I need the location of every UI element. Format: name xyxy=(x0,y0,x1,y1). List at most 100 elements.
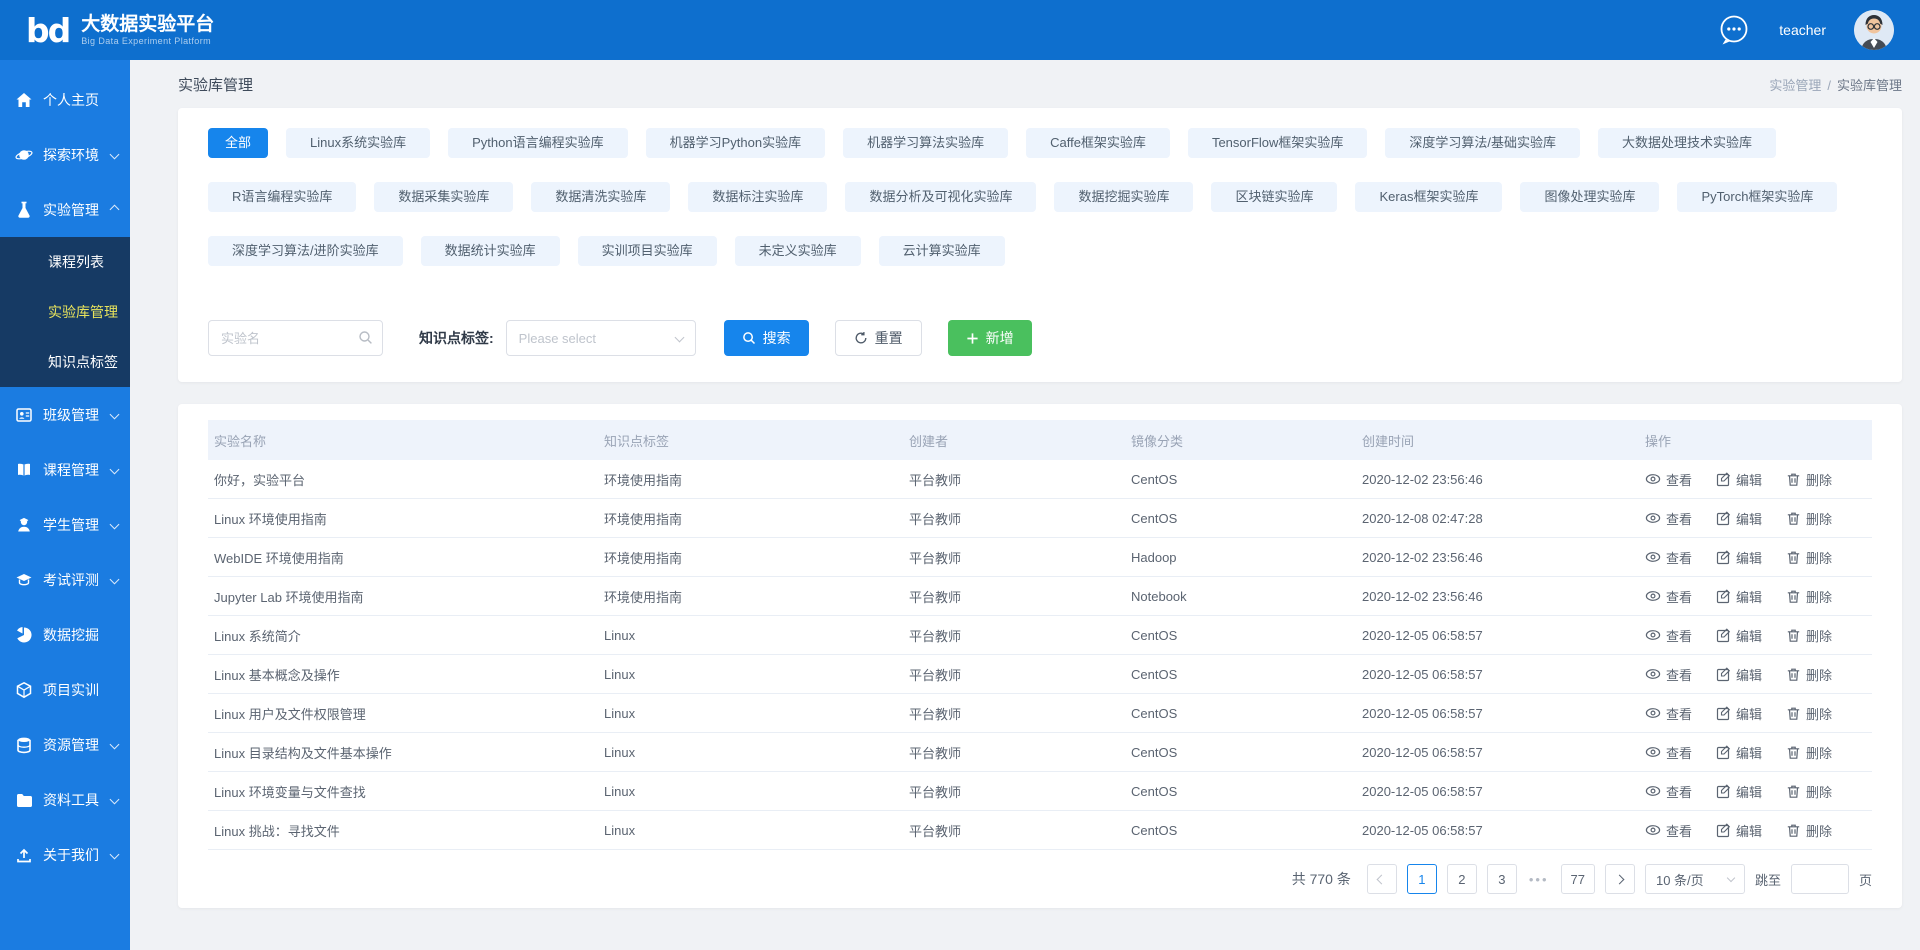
delete-button[interactable]: 删除 xyxy=(1786,743,1832,762)
filter-tag[interactable]: 数据挖掘实验库 xyxy=(1054,182,1193,212)
table-header: 实验名称 知识点标签 创建者 镜像分类 创建时间 操作 xyxy=(208,420,1872,460)
view-button[interactable]: 查看 xyxy=(1645,548,1692,567)
add-button[interactable]: 新增 xyxy=(948,320,1032,356)
sidebar-item-about[interactable]: 关于我们 xyxy=(0,827,130,882)
filter-tag[interactable]: 全部 xyxy=(208,128,268,158)
sidebar-item-resource[interactable]: 资源管理 xyxy=(0,717,130,772)
message-icon[interactable] xyxy=(1717,13,1751,47)
filter-tag[interactable]: PyTorch框架实验库 xyxy=(1677,182,1837,212)
sidebar-item-explore[interactable]: 探索环境 xyxy=(0,127,130,182)
delete-button[interactable]: 删除 xyxy=(1786,509,1832,528)
edit-button[interactable]: 编辑 xyxy=(1716,821,1762,840)
filter-tag[interactable]: 未定义实验库 xyxy=(735,236,861,266)
filter-tag[interactable]: Keras框架实验库 xyxy=(1355,182,1502,212)
sidebar-item-class[interactable]: 班级管理 xyxy=(0,387,130,442)
filter-tag[interactable]: 机器学习Python实验库 xyxy=(646,128,825,158)
filter-tag[interactable]: 数据分析及可视化实验库 xyxy=(845,182,1036,212)
page-button-1[interactable]: 1 xyxy=(1407,864,1437,894)
row-actions: 查看 编辑 删除 xyxy=(1639,743,1872,762)
knowledge-tag-select[interactable]: Please select xyxy=(506,320,696,356)
filter-tag[interactable]: 图像处理实验库 xyxy=(1520,182,1659,212)
filter-tag[interactable]: 数据标注实验库 xyxy=(688,182,827,212)
sidebar-item-student[interactable]: 学生管理 xyxy=(0,497,130,552)
next-page-button[interactable] xyxy=(1605,864,1635,894)
filter-tag[interactable]: Linux系统实验库 xyxy=(286,128,430,158)
view-button[interactable]: 查看 xyxy=(1645,587,1692,606)
row-actions: 查看 编辑 删除 xyxy=(1639,470,1872,489)
filter-tag[interactable]: R语言编程实验库 xyxy=(208,182,356,212)
filter-tag[interactable]: 数据统计实验库 xyxy=(421,236,560,266)
edit-button[interactable]: 编辑 xyxy=(1716,743,1762,762)
view-button[interactable]: 查看 xyxy=(1645,704,1692,723)
edit-button[interactable]: 编辑 xyxy=(1716,665,1762,684)
edit-button[interactable]: 编辑 xyxy=(1716,626,1762,645)
avatar[interactable] xyxy=(1854,10,1894,50)
experiment-name-input[interactable] xyxy=(208,320,383,356)
edit-button[interactable]: 编辑 xyxy=(1716,704,1762,723)
experiment-submenu: 课程列表 实验库管理 知识点标签 xyxy=(0,237,130,387)
page-ellipsis[interactable]: ••• xyxy=(1527,872,1551,887)
filter-tag[interactable]: Caffe框架实验库 xyxy=(1026,128,1170,158)
delete-button[interactable]: 删除 xyxy=(1786,626,1832,645)
filter-tag[interactable]: Python语言编程实验库 xyxy=(448,128,627,158)
breadcrumb-parent[interactable]: 实验管理 xyxy=(1769,78,1821,93)
page-button-3[interactable]: 3 xyxy=(1487,864,1517,894)
filter-tag[interactable]: 深度学习算法/基础实验库 xyxy=(1385,128,1580,158)
filter-tag[interactable]: 机器学习算法实验库 xyxy=(843,128,1008,158)
edit-button[interactable]: 编辑 xyxy=(1716,587,1762,606)
edit-button[interactable]: 编辑 xyxy=(1716,548,1762,567)
delete-button[interactable]: 删除 xyxy=(1786,470,1832,489)
delete-button[interactable]: 删除 xyxy=(1786,665,1832,684)
search-button[interactable]: 搜索 xyxy=(724,320,809,356)
experiment-name: Linux 环境使用指南 xyxy=(208,509,598,528)
filter-tag[interactable]: 大数据处理技术实验库 xyxy=(1598,128,1776,158)
edit-button[interactable]: 编辑 xyxy=(1716,509,1762,528)
delete-button[interactable]: 删除 xyxy=(1786,782,1832,801)
column-created: 创建时间 xyxy=(1356,431,1639,450)
table-row: Linux 挑战：寻找文件 Linux 平台教师 CentOS 2020-12-… xyxy=(208,811,1872,850)
sidebar-item-course[interactable]: 课程管理 xyxy=(0,442,130,497)
delete-button[interactable]: 删除 xyxy=(1786,821,1832,840)
delete-button[interactable]: 删除 xyxy=(1786,587,1832,606)
filter-tag[interactable]: 云计算实验库 xyxy=(879,236,1005,266)
edit-button[interactable]: 编辑 xyxy=(1716,470,1762,489)
filter-tag[interactable]: 实训项目实验库 xyxy=(578,236,717,266)
page-button-2[interactable]: 2 xyxy=(1447,864,1477,894)
sidebar-item-tools[interactable]: 资料工具 xyxy=(0,772,130,827)
sidebar-item-project[interactable]: 项目实训 xyxy=(0,662,130,717)
page-size-select[interactable]: 10 条/页 xyxy=(1645,864,1745,894)
view-button[interactable]: 查看 xyxy=(1645,743,1692,762)
creator: 平台教师 xyxy=(903,626,1125,645)
reset-button[interactable]: 重置 xyxy=(835,320,922,356)
view-button[interactable]: 查看 xyxy=(1645,821,1692,840)
filter-tag[interactable]: 区块链实验库 xyxy=(1211,182,1337,212)
view-button[interactable]: 查看 xyxy=(1645,470,1692,489)
delete-button[interactable]: 删除 xyxy=(1786,548,1832,567)
sidebar-item-home[interactable]: 个人主页 xyxy=(0,72,130,127)
sidebar-item-experiment[interactable]: 实验管理 xyxy=(0,182,130,237)
creator: 平台教师 xyxy=(903,470,1125,489)
filter-tag[interactable]: TensorFlow框架实验库 xyxy=(1188,128,1367,158)
column-image: 镜像分类 xyxy=(1125,431,1356,450)
username[interactable]: teacher xyxy=(1779,22,1826,38)
created-time: 2020-12-05 06:58:57 xyxy=(1356,628,1639,643)
sidebar-item-knowledge-tags[interactable]: 知识点标签 xyxy=(0,337,130,387)
page-button-last[interactable]: 77 xyxy=(1561,864,1595,894)
sidebar-item-exam[interactable]: 考试评测 xyxy=(0,552,130,607)
sidebar-item-course-list[interactable]: 课程列表 xyxy=(0,237,130,287)
prev-page-button[interactable] xyxy=(1367,864,1397,894)
upload-icon xyxy=(15,846,35,864)
filter-tag[interactable]: 深度学习算法/进阶实验库 xyxy=(208,236,403,266)
view-button[interactable]: 查看 xyxy=(1645,509,1692,528)
creator: 平台教师 xyxy=(903,743,1125,762)
filter-tag[interactable]: 数据清洗实验库 xyxy=(531,182,670,212)
view-button[interactable]: 查看 xyxy=(1645,626,1692,645)
sidebar-item-experiment-library[interactable]: 实验库管理 xyxy=(0,287,130,337)
filter-tag[interactable]: 数据采集实验库 xyxy=(374,182,513,212)
sidebar-item-mining[interactable]: 数据挖掘 xyxy=(0,607,130,662)
delete-button[interactable]: 删除 xyxy=(1786,704,1832,723)
jump-page-input[interactable] xyxy=(1791,864,1849,894)
view-button[interactable]: 查看 xyxy=(1645,665,1692,684)
view-button[interactable]: 查看 xyxy=(1645,782,1692,801)
edit-button[interactable]: 编辑 xyxy=(1716,782,1762,801)
